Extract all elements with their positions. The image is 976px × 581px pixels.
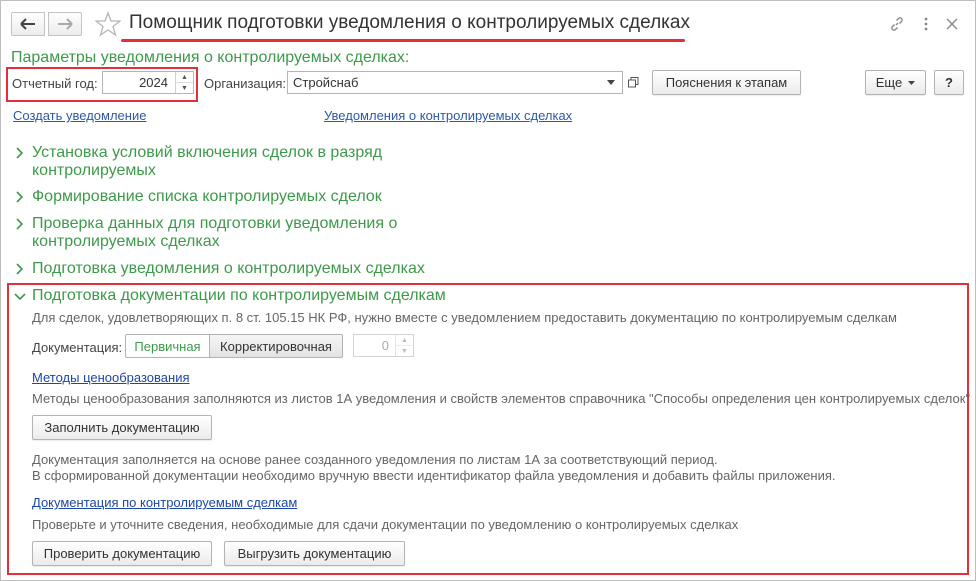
- open-window-icon: [627, 77, 638, 88]
- chevron-down-icon: [14, 293, 26, 301]
- org-dropdown-button[interactable]: [601, 72, 621, 93]
- create-notification-link[interactable]: Создать уведомление: [13, 108, 146, 123]
- stepper-down-icon[interactable]: ▼: [176, 82, 193, 93]
- arrow-right-icon: [58, 18, 73, 30]
- close-icon: [946, 18, 958, 30]
- step-notification[interactable]: Подготовка уведомления о контролируемых …: [13, 260, 453, 278]
- doc-type-primary[interactable]: Первичная: [125, 334, 210, 358]
- link-icon: [891, 17, 903, 31]
- org-open-button[interactable]: [624, 72, 642, 93]
- step-verification-line2: контролируемых сделках: [32, 233, 220, 250]
- correction-number-stepper[interactable]: ▲ ▼: [395, 335, 413, 356]
- org-value: Стройснаб: [293, 75, 359, 90]
- doc-type-corrective[interactable]: Корректировочная: [209, 334, 343, 358]
- correction-number-value: 0: [381, 338, 389, 353]
- pricing-methods-note: Методы ценообразования заполняются из ли…: [32, 391, 971, 406]
- stepper-down-icon[interactable]: ▼: [396, 345, 413, 356]
- more-button[interactable]: Еще: [865, 70, 926, 95]
- more-button-label: Еще: [875, 75, 903, 90]
- fill-note-2: В сформированной документации необходимо…: [32, 468, 836, 483]
- year-value: 2024: [139, 75, 168, 90]
- documentation-list-link[interactable]: Документация по контролируемым сделкам: [32, 495, 297, 510]
- star-icon: [94, 11, 122, 37]
- link-button[interactable]: [887, 14, 907, 34]
- check-note: Проверьте и уточните сведения, необходим…: [32, 517, 739, 532]
- step-verification[interactable]: Проверка данных для подготовки уведомлен…: [13, 215, 433, 251]
- title-highlight: [121, 39, 685, 42]
- documentation-intro: Для сделок, удовлетворяющих п. 8 ст. 105…: [32, 310, 897, 325]
- step-conditions[interactable]: Установка условий включения сделок в раз…: [13, 144, 433, 180]
- fill-documentation-button[interactable]: Заполнить документацию: [32, 415, 212, 440]
- notifications-list-link[interactable]: Уведомления о контролируемых сделках: [324, 108, 572, 123]
- triangle-down-icon: [908, 80, 916, 85]
- back-button[interactable]: [11, 12, 45, 36]
- ellipsis-vertical-icon: [924, 17, 928, 31]
- explain-steps-button[interactable]: Пояснения к этапам: [652, 70, 801, 95]
- doc-type-label: Документация:: [32, 340, 123, 355]
- step-documentation-label: Подготовка документации по контролируемы…: [32, 287, 446, 304]
- org-input[interactable]: Стройснаб: [287, 71, 623, 94]
- help-button[interactable]: ?: [934, 70, 964, 95]
- more-actions-button[interactable]: [916, 14, 936, 34]
- step-notification-label: Подготовка уведомления о контролируемых …: [32, 260, 425, 277]
- triangle-down-icon: [607, 80, 615, 85]
- step-list[interactable]: Формирование списка контролируемых сдело…: [13, 188, 433, 206]
- pricing-methods-link[interactable]: Методы ценообразования: [32, 370, 190, 385]
- close-button[interactable]: [942, 14, 962, 34]
- chevron-right-icon: [16, 191, 24, 203]
- step-verification-line1: Проверка данных для подготовки уведомлен…: [32, 215, 398, 232]
- fill-note-1: Документация заполняется на основе ранее…: [32, 452, 718, 467]
- step-conditions-line2: контролируемых: [32, 162, 156, 179]
- step-documentation[interactable]: Подготовка документации по контролируемы…: [13, 287, 473, 305]
- favorite-button[interactable]: [94, 11, 122, 37]
- year-label: Отчетный год:: [12, 76, 98, 91]
- arrow-left-icon: [20, 18, 35, 30]
- check-documentation-button[interactable]: Проверить документацию: [32, 541, 212, 566]
- stepper-up-icon[interactable]: ▲: [396, 335, 413, 345]
- chevron-right-icon: [16, 147, 24, 159]
- chevron-right-icon: [16, 218, 24, 230]
- params-section-title: Параметры уведомления о контролируемых с…: [11, 49, 410, 66]
- step-conditions-line1: Установка условий включения сделок в раз…: [32, 144, 383, 161]
- assistant-window: Помощник подготовки уведомления о контро…: [0, 0, 976, 581]
- org-label: Организация:: [204, 76, 287, 91]
- stepper-up-icon[interactable]: ▲: [176, 72, 193, 82]
- step-list-label: Формирование списка контролируемых сдело…: [32, 188, 382, 205]
- year-stepper[interactable]: ▲ ▼: [175, 72, 193, 93]
- forward-button[interactable]: [48, 12, 82, 36]
- page-title: Помощник подготовки уведомления о контро…: [129, 12, 690, 33]
- chevron-right-icon: [16, 263, 24, 275]
- export-documentation-button[interactable]: Выгрузить документацию: [224, 541, 405, 566]
